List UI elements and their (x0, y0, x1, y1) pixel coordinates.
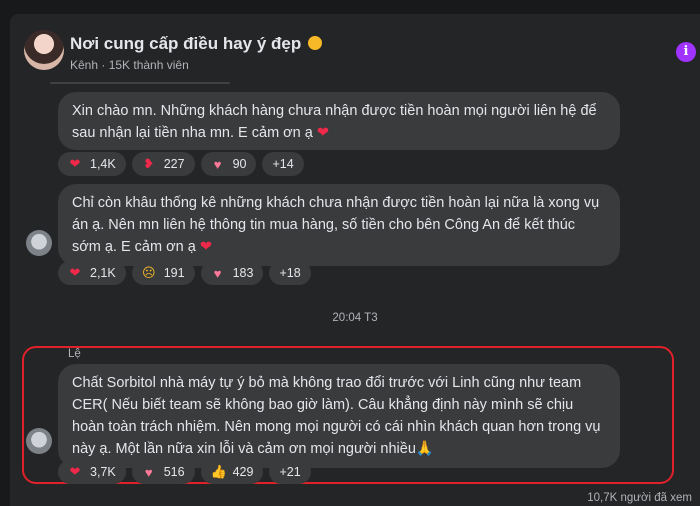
reaction-count: +18 (279, 266, 301, 280)
chat-header: Nơi cung cấp điều hay ý đẹp Kênh · 15K t… (10, 14, 700, 76)
thumbs-up-icon: 👍 (210, 464, 227, 479)
reaction-pill[interactable]: ♥ 183 (200, 261, 264, 285)
pink-heart-icon: ♥ (144, 464, 153, 480)
message-text: Xin chào mn. Những khách hàng chưa nhận … (72, 103, 597, 141)
reaction-count: 1,4K (90, 157, 116, 171)
reaction-pill[interactable]: ♥ 516 (131, 460, 195, 484)
message-bubble[interactable]: Xin chào mn. Những khách hàng chưa nhận … (58, 92, 620, 150)
reaction-count: 90 (232, 157, 247, 171)
reaction-more-pill[interactable]: +21 (269, 460, 311, 484)
reaction-pill[interactable]: ☹ 191 (131, 261, 195, 285)
seen-count: 10,7K người đã xem (587, 492, 692, 504)
reaction-count: +21 (279, 465, 301, 479)
reaction-count: 3,7K (90, 465, 116, 479)
smiley-emoji-icon (307, 36, 322, 50)
message-text: Chỉ còn khâu thống kê những khách chưa n… (72, 195, 600, 255)
previous-reactions-edge (50, 82, 230, 84)
reaction-pill[interactable]: ♥ 90 (200, 152, 257, 176)
group-meta: Kênh · 15K thành viên (70, 58, 189, 72)
reaction-count: 429 (232, 465, 254, 479)
reaction-more-pill[interactable]: +14 (262, 152, 304, 176)
reaction-pill[interactable]: ❤ 3,7K (58, 460, 126, 484)
message-text: Chất Sorbitol nhà máy tự ý bỏ mà không t… (72, 375, 601, 457)
sad-face-icon: ☹ (141, 265, 156, 280)
reaction-count: +14 (272, 157, 294, 171)
group-title[interactable]: Nơi cung cấp điều hay ý đẹp (70, 34, 322, 54)
sender-avatar[interactable] (26, 230, 52, 256)
sender-avatar[interactable] (26, 428, 52, 454)
reaction-count: 2,1K (90, 266, 116, 280)
reaction-bar: ❤ 1,4K ❥ 227 ♥ 90 +14 (58, 152, 304, 176)
pink-heart-icon: ♥ (213, 265, 222, 281)
message-bubble[interactable]: Chỉ còn khâu thống kê những khách chưa n… (58, 184, 620, 266)
chat-panel: Nơi cung cấp điều hay ý đẹp Kênh · 15K t… (10, 14, 700, 506)
reaction-bar: ❤ 3,7K ♥ 516 👍 429 +21 (58, 460, 311, 484)
sender-name: Lệ (68, 348, 81, 360)
info-icon[interactable]: i (676, 42, 696, 62)
reaction-bar: ❤ 2,1K ☹ 191 ♥ 183 +18 (58, 261, 311, 285)
red-heart-emoji-icon: ❤ (199, 239, 212, 255)
reaction-pill[interactable]: 👍 429 (200, 460, 264, 484)
reaction-count: 191 (163, 266, 185, 280)
reaction-more-pill[interactable]: +18 (269, 261, 311, 285)
red-heart-emoji-icon: ❤ (316, 125, 330, 141)
heart-on-fire-icon: ❥ (143, 156, 155, 171)
reaction-count: 516 (163, 465, 185, 479)
reaction-pill[interactable]: ❥ 227 (131, 152, 195, 176)
reaction-count: 183 (232, 266, 254, 280)
reaction-pill[interactable]: ❤ 1,4K (58, 152, 126, 176)
red-heart-icon: ❤ (69, 265, 81, 280)
group-avatar[interactable] (24, 30, 64, 70)
timestamp: 20:04 T3 (332, 312, 378, 324)
folded-hands-emoji-icon: 🙏 (415, 441, 434, 457)
reaction-pill[interactable]: ❤ 2,1K (58, 261, 126, 285)
reaction-count: 227 (163, 157, 185, 171)
red-heart-icon: ❤ (69, 464, 81, 479)
pink-heart-icon: ♥ (213, 156, 222, 172)
message-bubble[interactable]: Chất Sorbitol nhà máy tự ý bỏ mà không t… (58, 364, 620, 468)
group-name: Nơi cung cấp điều hay ý đẹp (70, 34, 302, 53)
red-heart-icon: ❤ (69, 156, 81, 171)
